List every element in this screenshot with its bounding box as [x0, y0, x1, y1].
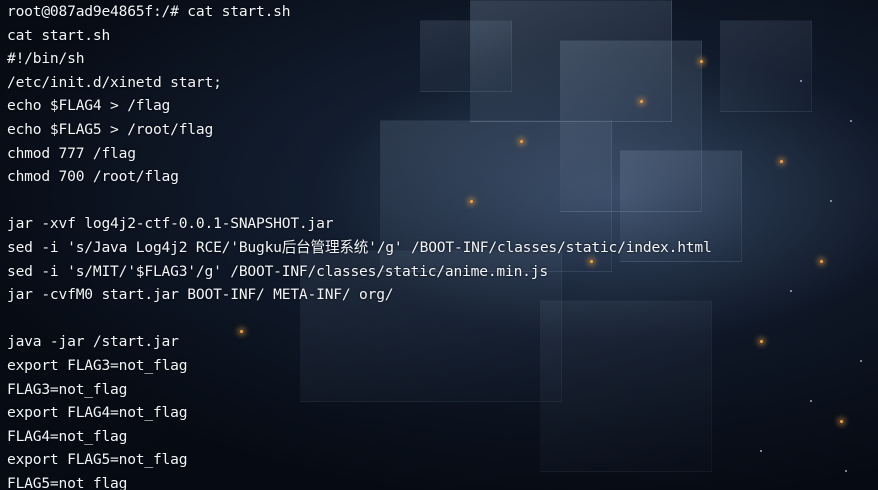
- terminal-line: export FLAG3=not_flag: [7, 356, 188, 374]
- terminal-window[interactable]: root@087ad9e4865f:/# cat start.sh cat sta…: [0, 0, 878, 490]
- terminal-line: /etc/init.d/xinetd start;: [7, 73, 222, 91]
- prompt-line: root@087ad9e4865f:/# cat start.sh: [7, 3, 291, 20]
- terminal-line: FLAG3=not_flag: [7, 380, 128, 398]
- terminal-line: java -jar /start.jar: [7, 333, 179, 351]
- terminal-output: root@087ad9e4865f:/# cat start.sh cat sta…: [7, 0, 712, 490]
- terminal-line: echo $FLAG4 > /flag: [7, 97, 171, 115]
- terminal-line: sed -i 's/Java Log4j2 RCE/'Bugku后台管理系统'/…: [7, 238, 712, 256]
- terminal-line: FLAG5=not_flag: [7, 474, 128, 490]
- terminal-line: chmod 700 /root/flag: [7, 168, 179, 186]
- terminal-line: export FLAG5=not_flag: [7, 451, 188, 469]
- terminal-line: chmod 777 /flag: [7, 144, 136, 162]
- terminal-line: #!/bin/sh: [7, 50, 85, 68]
- terminal-line: export FLAG4=not_flag: [7, 404, 188, 422]
- terminal-line: jar -cvfM0 start.jar BOOT-INF/ META-INF/…: [7, 286, 394, 304]
- terminal-line: echo $FLAG5 > /root/flag: [7, 120, 214, 138]
- terminal-line: sed -i 's/MIT/'$FLAG3'/g' /BOOT-INF/clas…: [7, 262, 548, 280]
- terminal-line: jar -xvf log4j2-ctf-0.0.1-SNAPSHOT.jar: [7, 215, 334, 233]
- terminal-line: cat start.sh: [7, 26, 111, 44]
- terminal-line: FLAG4=not_flag: [7, 427, 128, 445]
